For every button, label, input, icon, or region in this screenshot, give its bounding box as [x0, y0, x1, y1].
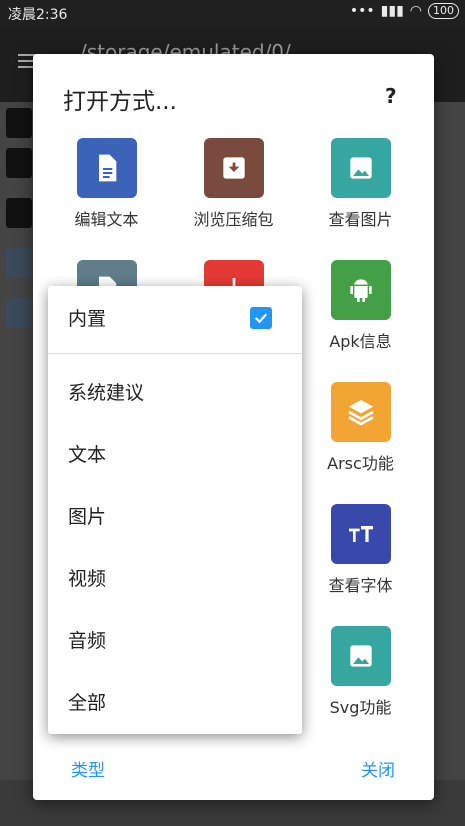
- status-time: 凌晨2:36: [8, 7, 68, 23]
- folder-icon: [6, 148, 32, 178]
- open-with-archive[interactable]: 浏览压缩包: [170, 138, 297, 230]
- open-with-image[interactable]: 查看图片: [297, 138, 424, 230]
- popup-item-label: 内置: [68, 308, 107, 330]
- wifi-icon: ◠: [409, 3, 422, 19]
- cell-label: 浏览压缩包: [193, 210, 274, 229]
- open-with-apk-info[interactable]: Apk信息: [297, 260, 424, 352]
- layers-icon: [330, 382, 391, 442]
- dialog-title: 打开方式...: [63, 89, 177, 115]
- font-icon: [330, 504, 391, 564]
- archive-icon: [203, 138, 264, 198]
- popup-item-all[interactable]: 全部: [48, 670, 302, 732]
- cell-label: Apk信息: [329, 332, 392, 351]
- popup-item-audio[interactable]: 音频: [48, 608, 302, 670]
- divider: [48, 353, 302, 354]
- popup-item-image[interactable]: 图片: [48, 484, 302, 546]
- popup-item-label: 全部: [68, 692, 107, 714]
- help-button[interactable]: ?: [385, 84, 397, 108]
- popup-item-text[interactable]: 文本: [48, 422, 302, 484]
- popup-item-video[interactable]: 视频: [48, 546, 302, 608]
- open-with-svg[interactable]: Svg功能: [297, 626, 424, 718]
- cell-label: Arsc功能: [327, 454, 394, 473]
- open-with-edit-text[interactable]: 编辑文本: [43, 138, 170, 230]
- popup-item-label: 视频: [68, 568, 107, 590]
- folder-icon: [6, 198, 32, 228]
- signal-icon: ▮▮▮: [380, 3, 404, 19]
- battery-icon: 100: [428, 3, 459, 19]
- popup-item-builtin[interactable]: 内置: [48, 286, 302, 348]
- file-icon: [6, 248, 32, 278]
- popup-item-system-suggest[interactable]: 系统建议: [48, 360, 302, 422]
- document-icon: [76, 138, 137, 198]
- close-button[interactable]: 关闭: [361, 756, 395, 781]
- more-icon: •••: [349, 3, 375, 19]
- cell-label: Svg功能: [329, 698, 392, 717]
- cell-label: 查看字体: [328, 576, 393, 595]
- type-popup-menu: 内置 系统建议 文本 图片 视频 音频 全部: [48, 286, 302, 734]
- status-icons: ••• ▮▮▮ ◠ 100: [350, 3, 459, 19]
- open-with-font[interactable]: 查看字体: [297, 504, 424, 596]
- checkbox-checked-icon[interactable]: [250, 307, 272, 329]
- popup-item-label: 文本: [68, 444, 107, 466]
- popup-item-label: 图片: [68, 506, 107, 528]
- status-bar: 凌晨2:36 ••• ▮▮▮ ◠ 100: [0, 0, 465, 26]
- android-icon: [330, 260, 391, 320]
- image-icon: [330, 626, 391, 686]
- file-icon: [6, 298, 32, 328]
- folder-icon: [6, 108, 32, 138]
- open-with-arsc[interactable]: Arsc功能: [297, 382, 424, 474]
- type-button[interactable]: 类型: [71, 756, 105, 781]
- popup-item-label: 音频: [68, 630, 107, 652]
- image-icon: [330, 138, 391, 198]
- cell-label: 编辑文本: [74, 210, 139, 229]
- popup-item-label: 系统建议: [68, 382, 145, 404]
- cell-label: 查看图片: [328, 210, 393, 229]
